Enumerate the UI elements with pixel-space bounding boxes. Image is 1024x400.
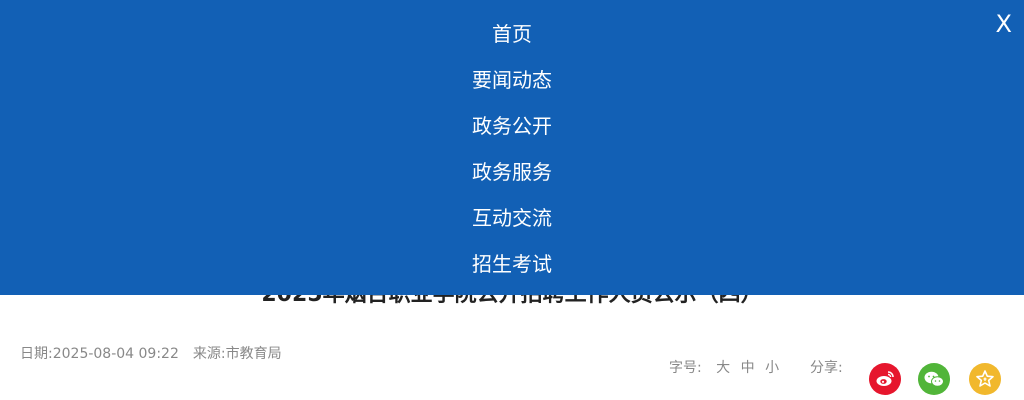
nav-item-gov-affairs-open[interactable]: 政务公开 — [0, 113, 1024, 139]
share-label: 分享: — [810, 360, 843, 376]
font-size-label: 字号: — [669, 360, 702, 376]
nav-item-interaction[interactable]: 互动交流 — [0, 205, 1024, 231]
wechat-icon — [923, 370, 945, 388]
nav-item-gov-services[interactable]: 政务服务 — [0, 159, 1024, 185]
publish-date: 日期:2025-08-04 09:22 — [20, 346, 179, 362]
font-size-large-button[interactable]: 大 — [716, 360, 730, 376]
article-source: 来源:市教育局 — [192, 346, 282, 362]
share-favorite-button[interactable] — [969, 363, 1001, 395]
nav-item-news[interactable]: 要闻动态 — [0, 67, 1024, 93]
weibo-icon — [875, 370, 895, 388]
nav-item-admissions[interactable]: 招生考试 — [0, 251, 1024, 277]
share-wechat-button[interactable] — [918, 363, 950, 395]
share-weibo-button[interactable] — [869, 363, 901, 395]
mobile-nav-overlay: X 首页 要闻动态 政务公开 政务服务 互动交流 招生考试 — [0, 0, 1024, 295]
font-size-small-button[interactable]: 小 — [765, 360, 779, 376]
font-size-medium-button[interactable]: 中 — [741, 360, 755, 376]
font-size-control: 字号: 大 中 小 — [669, 357, 779, 377]
article-meta: 日期:2025-08-04 09:22 来源:市教育局 — [20, 343, 282, 363]
nav-item-home[interactable]: 首页 — [0, 21, 1024, 47]
favorite-star-icon — [975, 369, 995, 389]
